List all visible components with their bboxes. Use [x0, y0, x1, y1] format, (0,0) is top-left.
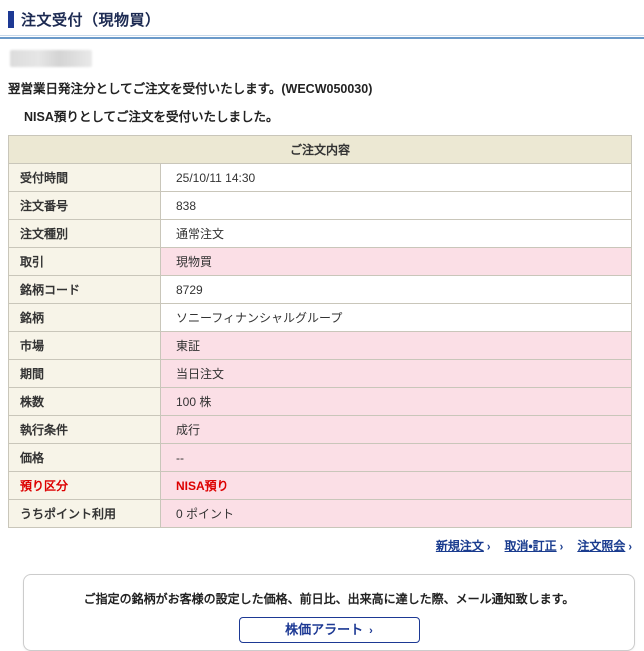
- row-value: 成行: [161, 416, 632, 444]
- table-row: 株数100 株: [9, 388, 632, 416]
- order-details-table: ご注文内容 受付時間25/10/11 14:30注文番号838注文種別通常注文取…: [8, 135, 632, 528]
- row-value: NISA預り: [161, 472, 632, 500]
- row-value: 通常注文: [161, 220, 632, 248]
- row-label: 期間: [9, 360, 161, 388]
- link-order-inquiry[interactable]: 注文照会 ›: [577, 539, 632, 553]
- row-label: 銘柄: [9, 304, 161, 332]
- row-value: 8729: [161, 276, 632, 304]
- chevron-right-icon: ›: [487, 540, 491, 553]
- row-label: 受付時間: [9, 164, 161, 192]
- row-value: --: [161, 444, 632, 472]
- table-row: 注文番号838: [9, 192, 632, 220]
- stock-price-alert-button[interactable]: 株価アラート›: [239, 617, 420, 643]
- order-accepted-message: 翌営業日発注分としてご注文を受付いたします。(WECW050030): [8, 78, 644, 97]
- row-value: 100 株: [161, 388, 632, 416]
- table-row: 価格--: [9, 444, 632, 472]
- table-row: 市場東証: [9, 332, 632, 360]
- row-value: 当日注文: [161, 360, 632, 388]
- row-label: 注文番号: [9, 192, 161, 220]
- row-value: ソニーフィナンシャルグループ: [161, 304, 632, 332]
- price-alert-message: ご指定の銘柄がお客様の設定した価格、前日比、出来高に達した際、メール通知致します…: [24, 590, 634, 607]
- link-new-order[interactable]: 新規注文 ›: [436, 539, 491, 553]
- row-value: 838: [161, 192, 632, 220]
- nisa-accepted-message: NISA預りとしてご注文を受付いたしました。: [24, 106, 644, 125]
- page-title: 注文受付（現物買）: [21, 9, 161, 30]
- title-divider: [0, 35, 644, 39]
- redacted-account-name: [10, 50, 92, 67]
- table-header-label: ご注文内容: [9, 136, 632, 164]
- table-row: 注文種別通常注文: [9, 220, 632, 248]
- table-row: 期間当日注文: [9, 360, 632, 388]
- row-label: 市場: [9, 332, 161, 360]
- table-row: 受付時間25/10/11 14:30: [9, 164, 632, 192]
- link-cancel-correct[interactable]: 取消・訂正 ›: [505, 539, 564, 553]
- table-row: 預り区分NISA預り: [9, 472, 632, 500]
- table-row: 銘柄ソニーフィナンシャルグループ: [9, 304, 632, 332]
- row-label: 注文種別: [9, 220, 161, 248]
- row-value: 東証: [161, 332, 632, 360]
- row-label: 価格: [9, 444, 161, 472]
- title-accent-bar: [8, 11, 14, 28]
- chevron-right-icon: ›: [560, 540, 564, 553]
- order-table-body: ご注文内容 受付時間25/10/11 14:30注文番号838注文種別通常注文取…: [9, 136, 632, 528]
- page: 注文受付（現物買） 翌営業日発注分としてご注文を受付いたします。(WECW050…: [0, 9, 644, 651]
- table-row: 取引現物買: [9, 248, 632, 276]
- row-label: 株数: [9, 388, 161, 416]
- row-label: うちポイント利用: [9, 500, 161, 528]
- table-header-row: ご注文内容: [9, 136, 632, 164]
- row-label: 預り区分: [9, 472, 161, 500]
- row-label: 執行条件: [9, 416, 161, 444]
- row-value: 0 ポイント: [161, 500, 632, 528]
- table-row: うちポイント利用0 ポイント: [9, 500, 632, 528]
- table-row: 執行条件成行: [9, 416, 632, 444]
- row-label: 銘柄コード: [9, 276, 161, 304]
- row-value: 現物買: [161, 248, 632, 276]
- price-alert-panel: ご指定の銘柄がお客様の設定した価格、前日比、出来高に達した際、メール通知致します…: [23, 574, 635, 651]
- table-row: 銘柄コード8729: [9, 276, 632, 304]
- chevron-right-icon: ›: [369, 625, 373, 637]
- order-action-links: 新規注文 › 取消・訂正 › 注文照会 ›: [0, 537, 632, 554]
- row-label: 取引: [9, 248, 161, 276]
- chevron-right-icon: ›: [628, 540, 632, 553]
- page-header: 注文受付（現物買）: [8, 9, 644, 30]
- row-value: 25/10/11 14:30: [161, 164, 632, 192]
